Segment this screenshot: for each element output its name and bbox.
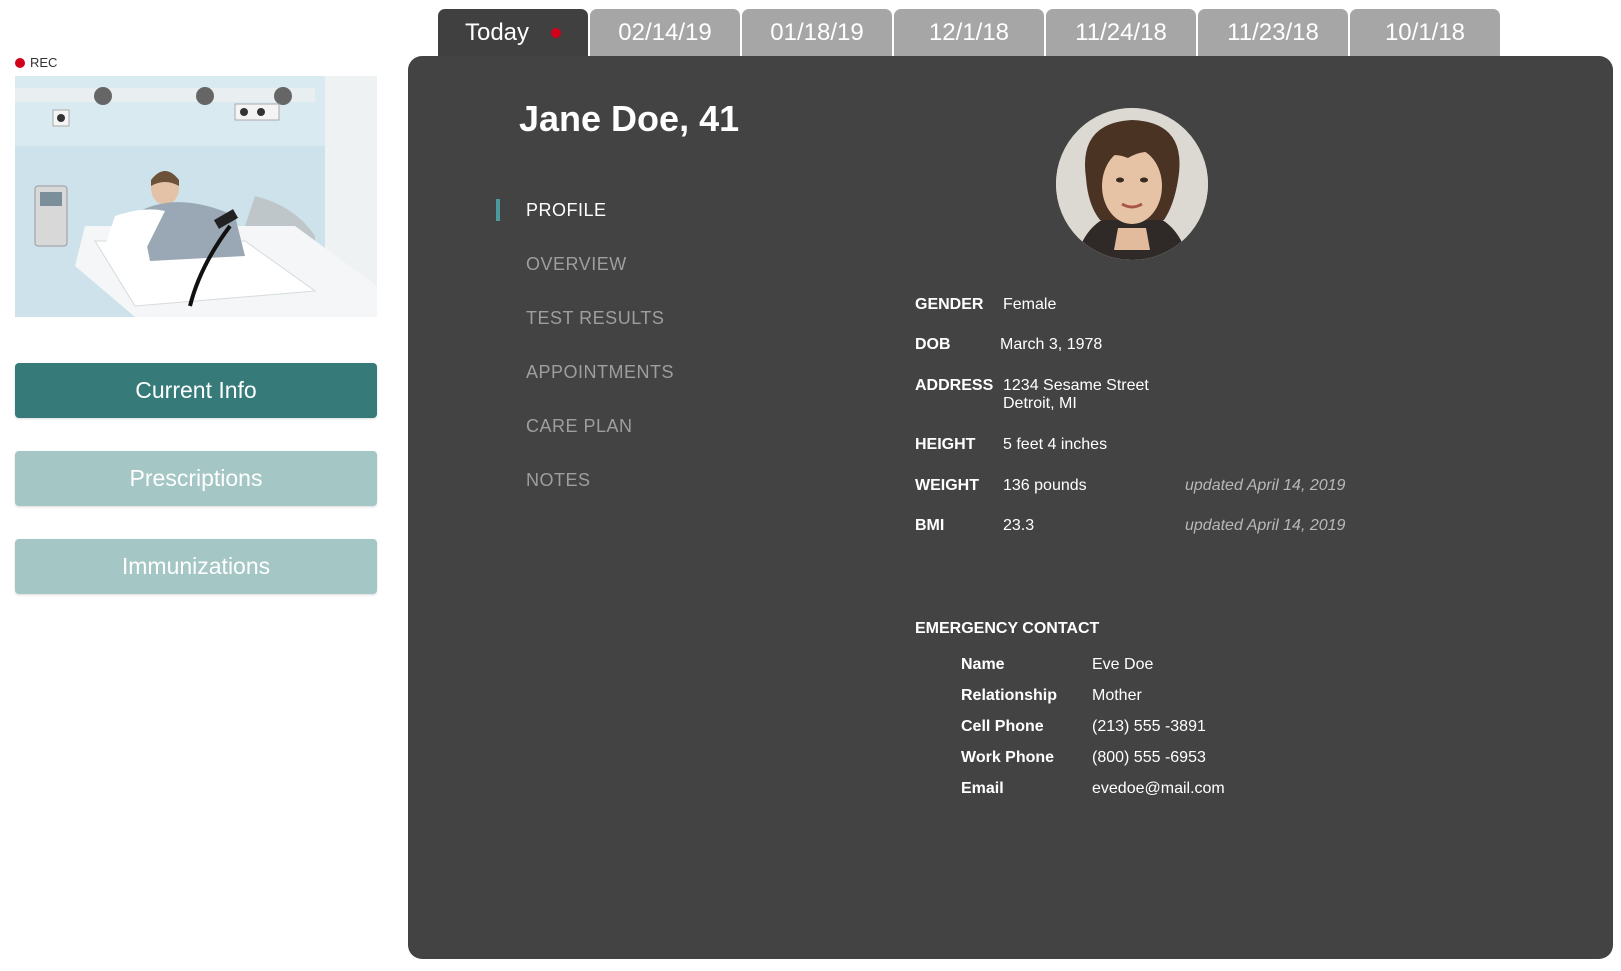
weight-updated: updated April 14, 2019	[1185, 477, 1346, 494]
gender-label: GENDER	[915, 296, 984, 313]
tab-date[interactable]: 11/23/18	[1198, 9, 1348, 57]
avatar	[1056, 108, 1208, 260]
tab-label: Today	[464, 19, 530, 46]
recording-label: REC	[30, 55, 58, 70]
address-line2: Detroit, MI	[1003, 395, 1077, 412]
weight-label: WEIGHT	[915, 477, 979, 494]
section-nav: PROFILE OVERVIEW TEST RESULTS APPOINTMEN…	[496, 199, 674, 523]
nav-item-care-plan[interactable]: CARE PLAN	[496, 415, 674, 469]
ec-cell-label: Cell Phone	[961, 718, 1044, 735]
weight-value: 136 pounds	[1003, 477, 1087, 494]
tab-label: 01/18/19	[770, 19, 864, 46]
tab-label: 10/1/18	[1384, 19, 1466, 46]
ec-email-label: Email	[961, 780, 1004, 797]
page-title: Jane Doe, 41	[519, 98, 740, 139]
ec-cell-value[interactable]: (213) 555 -3891	[1092, 718, 1206, 736]
ec-relationship-label: Relationship	[961, 687, 1058, 704]
tab-date[interactable]: 10/1/18	[1350, 9, 1500, 57]
prescriptions-button[interactable]: Prescriptions	[15, 451, 377, 506]
ec-relationship-value: Mother	[1092, 687, 1142, 704]
ec-work-value[interactable]: (800) 555 -6953	[1092, 749, 1206, 767]
dob-value: March 3, 1978	[1000, 336, 1103, 353]
ec-name-value: Eve Doe	[1092, 656, 1154, 673]
height-value: 5 feet 4 inches	[1003, 436, 1108, 453]
recording-indicator: REC	[15, 55, 57, 70]
tab-today[interactable]: Today	[438, 9, 588, 57]
tab-label: 11/23/18	[1227, 19, 1319, 46]
tab-date[interactable]: 11/24/18	[1046, 9, 1196, 57]
nav-item-test-results[interactable]: TEST RESULTS	[496, 307, 674, 361]
nav-item-overview[interactable]: OVERVIEW	[496, 253, 674, 307]
tab-date[interactable]: 02/14/19	[590, 9, 740, 57]
recording-dot-icon	[15, 57, 25, 68]
live-dot-icon	[551, 28, 562, 38]
address-line1: 1234 Sesame Street	[1003, 377, 1149, 394]
patient-avatar-icon	[1056, 108, 1208, 260]
nav-item-appointments[interactable]: APPOINTMENTS	[496, 361, 674, 415]
ec-work-label: Work Phone	[961, 749, 1055, 766]
bmi-updated: updated April 14, 2019	[1185, 517, 1346, 534]
immunizations-button[interactable]: Immunizations	[15, 539, 377, 594]
dob-label: DOB	[915, 336, 951, 353]
patient-video-feed[interactable]	[15, 76, 377, 317]
patient-panel: Jane Doe, 41 PROFILE OVERVIEW TEST RESUL…	[408, 56, 1613, 959]
nav-item-profile[interactable]: PROFILE	[496, 199, 674, 253]
ec-name-label: Name	[961, 656, 1005, 673]
height-label: HEIGHT	[915, 436, 976, 453]
address-label: ADDRESS	[915, 377, 994, 394]
tab-date[interactable]: 01/18/19	[742, 9, 892, 57]
gender-value: Female	[1003, 296, 1057, 313]
tab-date[interactable]: 12/1/18	[894, 9, 1044, 57]
emergency-contact-heading: EMERGENCY CONTACT	[915, 620, 1100, 637]
tab-label: 11/24/18	[1075, 19, 1167, 46]
tab-label: 02/14/19	[618, 19, 712, 46]
ec-email-value[interactable]: evedoe@mail.com	[1092, 780, 1225, 798]
visit-date-tabs: Today 02/14/19 01/18/19 12/1/18 11/24/18…	[438, 9, 1500, 57]
bmi-value: 23.3	[1003, 517, 1035, 534]
tab-label: 12/1/18	[928, 19, 1010, 46]
nav-item-notes[interactable]: NOTES	[496, 469, 674, 523]
bmi-label: BMI	[915, 517, 945, 534]
hospital-room-image	[15, 76, 377, 317]
current-info-button[interactable]: Current Info	[15, 363, 377, 418]
